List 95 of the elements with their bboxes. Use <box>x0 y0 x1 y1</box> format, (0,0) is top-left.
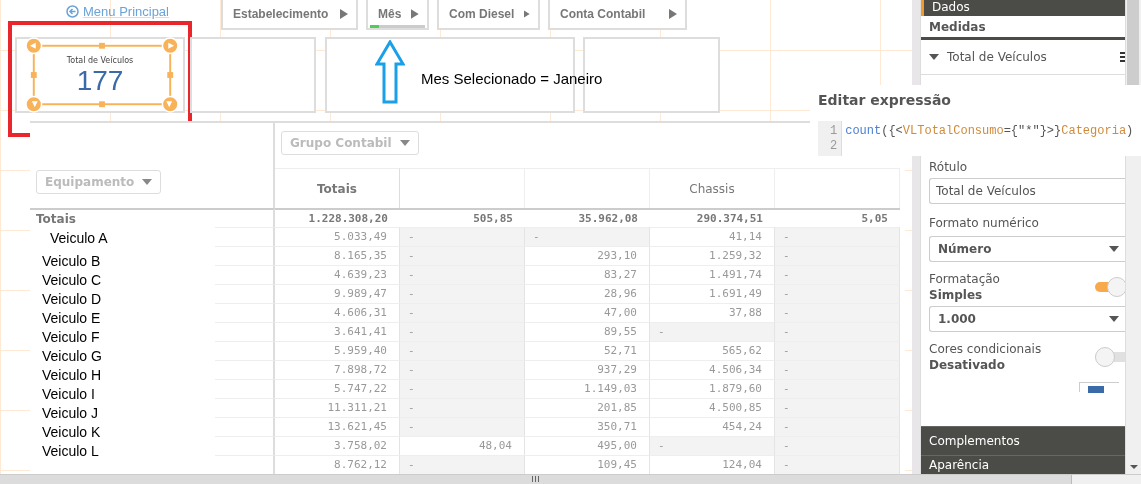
vehicle-label: Veiculo G <box>41 347 102 366</box>
table-cell: - <box>775 455 900 474</box>
table-cell: 28,96 <box>525 284 650 303</box>
column-header: Totais <box>275 168 400 208</box>
table-cell: - <box>650 436 775 455</box>
table-cell: 201,85 <box>525 398 650 417</box>
vehicle-label: Veiculo K <box>41 423 101 442</box>
table-cell: - <box>775 265 900 284</box>
field-label: Formato numérico <box>929 215 1040 232</box>
vehicle-label: Veiculo B <box>41 252 101 271</box>
caret-icon <box>411 9 419 19</box>
color-swatch[interactable] <box>1079 382 1119 392</box>
dropdown[interactable]: 1.000 <box>929 306 1125 332</box>
table-cell: - <box>400 227 525 246</box>
kpi-value: 177 <box>76 64 124 97</box>
toggle-status: Desativado <box>929 358 1006 372</box>
table-cell: - <box>400 284 525 303</box>
table-cell: - <box>400 360 525 379</box>
vehicle-label: Veiculo L <box>41 442 99 461</box>
vehicle-label: Veiculo A <box>49 229 108 248</box>
table-cell: - <box>400 246 525 265</box>
vehicle-label: Veiculo F <box>41 328 100 347</box>
table-cell: - <box>400 398 525 417</box>
panel-header[interactable]: Dados <box>921 0 1125 16</box>
total-cell: 1.228.308,20 <box>275 208 400 227</box>
table-cell: - <box>775 303 900 322</box>
section-header[interactable]: Aparência <box>921 455 1125 474</box>
filter-pane[interactable]: Estabelecimento <box>221 0 358 30</box>
table-cell: - <box>650 322 775 341</box>
vehicle-label: Veiculo J <box>41 404 99 423</box>
table-cell: 3.758,02 <box>275 436 400 455</box>
table-cell: 47,00 <box>525 303 650 322</box>
line-number: 2 <box>830 139 838 154</box>
table-cell: - <box>400 417 525 436</box>
vehicle-label: Veiculo E <box>41 309 101 328</box>
up-arrow-icon <box>375 40 405 104</box>
line-number: 1 <box>830 124 838 139</box>
filter-pane[interactable]: Conta Contabil <box>548 0 687 30</box>
table-cell: - <box>400 303 525 322</box>
table-cell: - <box>400 322 525 341</box>
filter-pane[interactable]: Com Diesel <box>437 0 540 30</box>
selection-indicator <box>370 25 379 28</box>
table-cell: 52,71 <box>525 341 650 360</box>
caret-icon <box>524 9 530 19</box>
table-cell: - <box>775 398 900 417</box>
kpi-card[interactable]: Total de Veículos 177 <box>15 37 185 113</box>
field-label: Formatação <box>929 272 1000 286</box>
annotation-text: Mes Selecionado = Janeiro <box>421 69 603 87</box>
toggle-status: Simples <box>929 288 984 302</box>
table-cell: - <box>400 455 525 474</box>
dialog-title: Editar expressão <box>817 91 952 110</box>
table-cell: - <box>775 360 900 379</box>
vehicle-label: Veiculo I <box>41 385 95 404</box>
vehicle-label: Veiculo D <box>41 290 102 309</box>
grip-icon <box>531 476 540 482</box>
caret-icon <box>142 179 153 185</box>
table-cell: - <box>400 265 525 284</box>
section-header[interactable]: Complementos <box>921 426 1125 455</box>
table-cell: 293,10 <box>525 246 650 265</box>
table-cell: 1.149,03 <box>525 379 650 398</box>
vehicle-label: Veiculo H <box>41 366 102 385</box>
caret-icon <box>669 9 677 19</box>
text-field[interactable]: Total de Veículos <box>929 178 1125 204</box>
table-cell: - <box>775 379 900 398</box>
expression-editor[interactable]: 1 2 count({<VLTotalConsumo={"*"}>}Categoria) <box>818 121 1141 156</box>
table-cell: - <box>775 284 900 303</box>
table-cell: - <box>775 322 900 341</box>
code-line: count({<VLTotalConsumo={"*"}>}Categoria) <box>845 124 1134 139</box>
column-header: Chassis <box>650 168 775 208</box>
total-cell: 290.374,51 <box>650 208 775 227</box>
caret-icon <box>929 54 939 60</box>
menu-icon[interactable] <box>1120 52 1125 62</box>
field-label: Cores condicionais <box>929 342 1042 356</box>
caret-icon <box>1109 316 1119 322</box>
filter-pane[interactable]: Mês <box>366 0 429 30</box>
table-cell: - <box>775 417 900 436</box>
field-label: Rótulo <box>929 159 969 176</box>
table-cell: 350,71 <box>525 417 650 436</box>
table-cell: - <box>775 436 900 455</box>
table-cell: 83,27 <box>525 265 650 284</box>
dropdown[interactable]: Número <box>929 236 1125 262</box>
table-cell: - <box>775 341 900 360</box>
caret-icon <box>399 140 410 146</box>
kpi-title: Total de Veículos <box>66 55 134 65</box>
table-cell: - <box>400 379 525 398</box>
caret-icon <box>340 9 348 19</box>
vehicle-label: Veiculo C <box>41 271 102 290</box>
table-cell: - <box>775 246 900 265</box>
caret-icon <box>1109 246 1119 252</box>
table-cell: 937,29 <box>525 360 650 379</box>
table-cell: - <box>400 341 525 360</box>
table-cell: - <box>525 227 650 246</box>
back-arrow-icon <box>66 5 79 18</box>
scrollbar-thumb[interactable] <box>0 475 1072 484</box>
table-cell: - <box>775 227 900 246</box>
